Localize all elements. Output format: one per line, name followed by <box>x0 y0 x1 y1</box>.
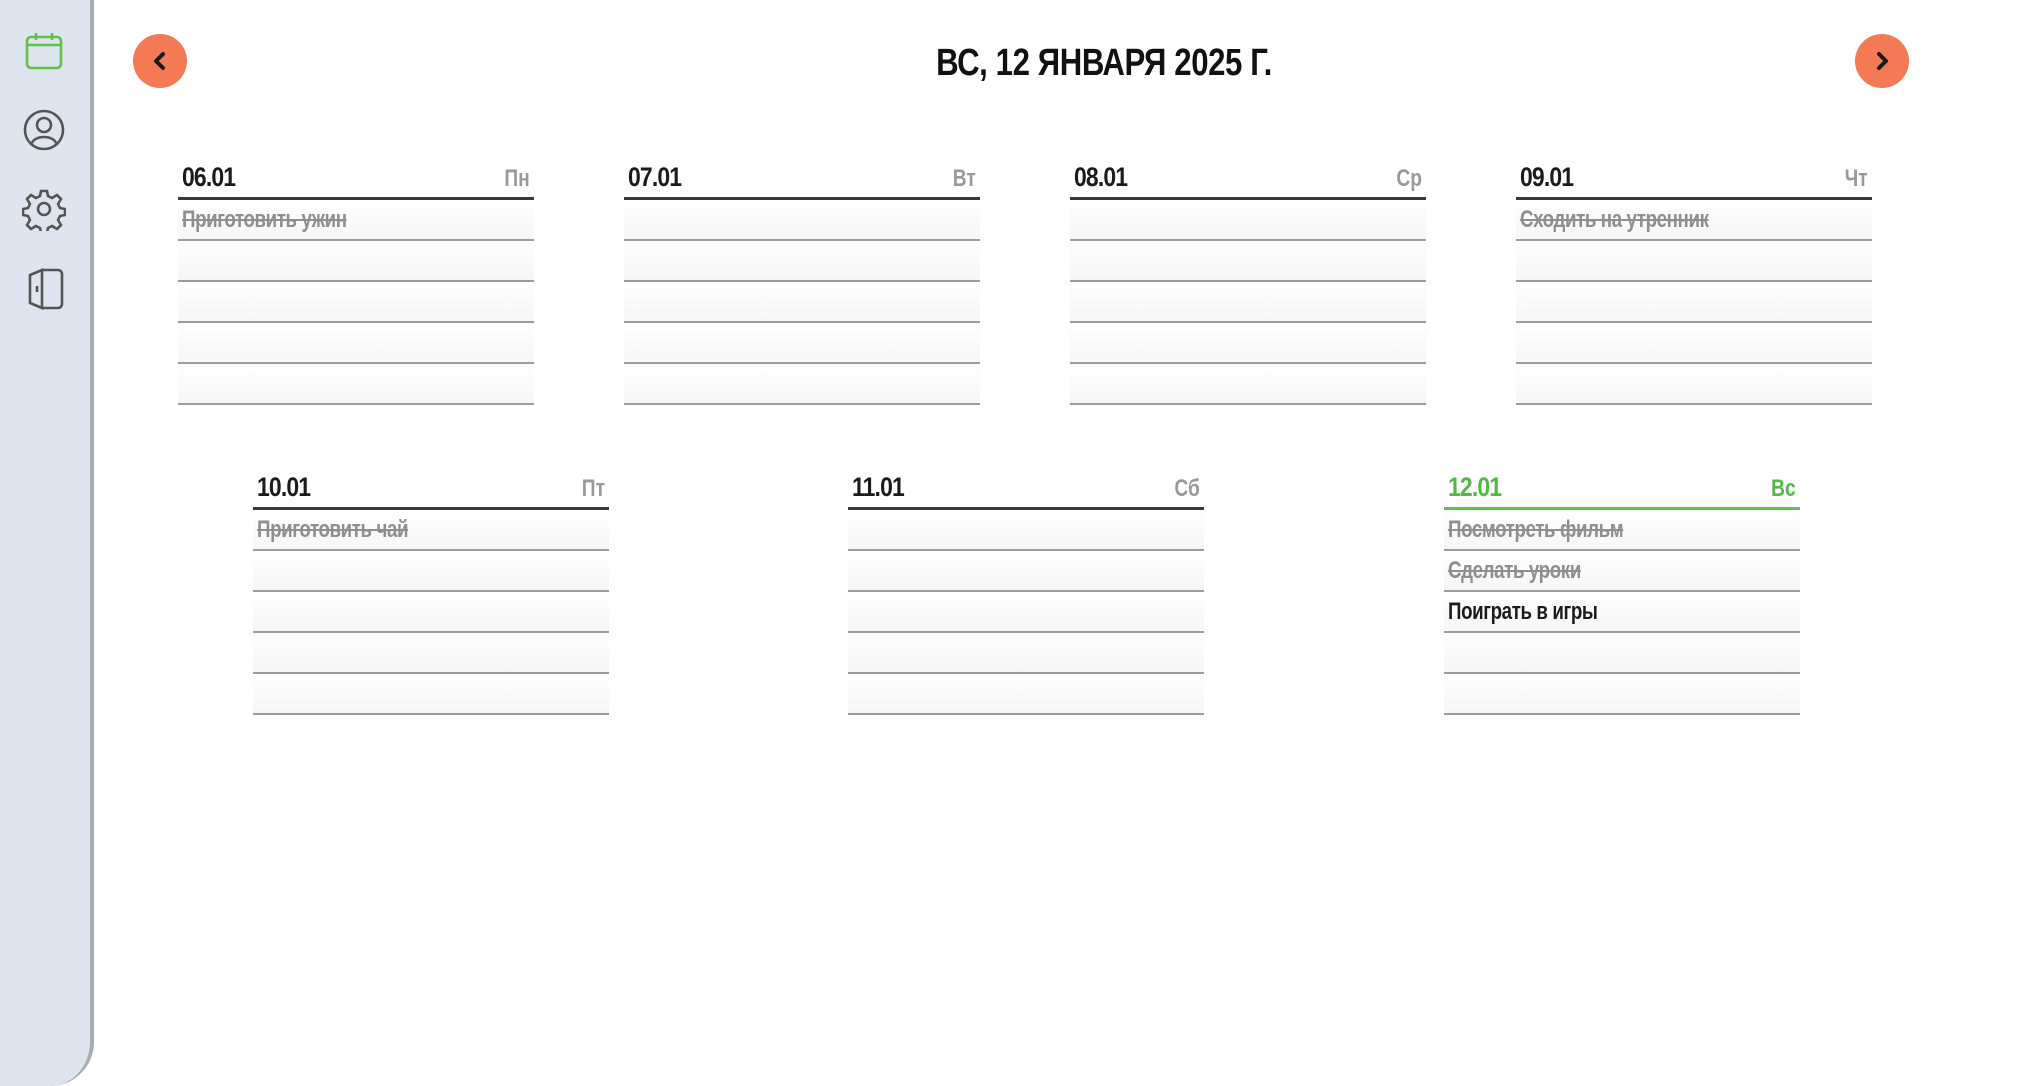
task-row[interactable] <box>848 592 1204 633</box>
chevron-left-icon <box>154 52 165 70</box>
day-weekday: Пн <box>504 165 530 192</box>
day-date: 07.01 <box>628 162 682 192</box>
task-row[interactable] <box>1516 241 1872 282</box>
day-header: 10.01 Пт <box>253 460 609 510</box>
day-date: 08.01 <box>1074 162 1128 192</box>
main-content: ВС, 12 ЯНВАРЯ 2025 Г. 06.01 Пн Приготовить… <box>94 0 2040 1086</box>
task-row[interactable] <box>624 200 980 241</box>
task-row[interactable] <box>1070 282 1426 323</box>
task-text: Посмотреть фильм <box>1448 516 1624 543</box>
day-weekday: Вс <box>1771 475 1796 502</box>
task-row[interactable] <box>848 551 1204 592</box>
day-card: 09.01 Чт Сходить на утренник <box>1516 150 1872 405</box>
day-date: 11.01 <box>852 472 905 502</box>
task-text: Сходить на утренник <box>1520 206 1709 233</box>
prev-day-button[interactable] <box>133 34 187 88</box>
task-text: Приготовить ужин <box>182 206 347 233</box>
task-row[interactable] <box>253 633 609 674</box>
task-text: Сделать уроки <box>1448 557 1581 584</box>
task-text: Поиграть в игры <box>1448 598 1598 625</box>
task-row[interactable]: Поиграть в игры <box>1444 592 1800 633</box>
next-day-button[interactable] <box>1855 34 1909 88</box>
task-row[interactable] <box>178 323 534 364</box>
logout-icon[interactable] <box>21 266 67 312</box>
task-row[interactable]: Приготовить чай <box>253 510 609 551</box>
day-card: 10.01 Пт Приготовить чай <box>253 460 609 715</box>
task-row[interactable] <box>1070 241 1426 282</box>
task-row[interactable] <box>624 241 980 282</box>
day-date: 09.01 <box>1520 162 1574 192</box>
day-card: 12.01 Вс Посмотреть фильм Сделать уроки Поиг… <box>1444 460 1800 715</box>
chevron-right-icon <box>1877 52 1888 70</box>
day-date: 10.01 <box>257 472 311 502</box>
day-date: 12.01 <box>1448 472 1502 502</box>
day-header: 06.01 Пн <box>178 150 534 200</box>
day-card: 08.01 Ср <box>1070 150 1426 405</box>
day-header: 09.01 Чт <box>1516 150 1872 200</box>
day-weekday: Пт <box>581 475 605 502</box>
task-row[interactable] <box>848 633 1204 674</box>
task-row[interactable] <box>624 323 980 364</box>
day-card: 11.01 Сб <box>848 460 1204 715</box>
task-row[interactable] <box>178 241 534 282</box>
sidebar <box>0 0 94 1086</box>
task-row[interactable]: Сделать уроки <box>1444 551 1800 592</box>
task-row[interactable] <box>848 674 1204 715</box>
day-card: 07.01 Вт <box>624 150 980 405</box>
task-text: Приготовить чай <box>257 516 409 543</box>
day-weekday: Ср <box>1396 165 1422 192</box>
task-row[interactable] <box>624 364 980 405</box>
task-row[interactable] <box>178 282 534 323</box>
day-weekday: Чт <box>1845 165 1868 192</box>
task-row[interactable] <box>848 510 1204 551</box>
task-row[interactable] <box>253 592 609 633</box>
task-row[interactable] <box>1444 633 1800 674</box>
day-header: 12.01 Вс <box>1444 460 1800 510</box>
task-row[interactable] <box>1516 323 1872 364</box>
day-weekday: Вт <box>952 165 976 192</box>
task-row[interactable]: Приготовить ужин <box>178 200 534 241</box>
profile-icon[interactable] <box>21 107 67 153</box>
calendar-icon[interactable] <box>21 28 67 74</box>
task-row[interactable] <box>178 364 534 405</box>
task-row[interactable] <box>1070 200 1426 241</box>
task-row[interactable] <box>1516 282 1872 323</box>
task-row[interactable] <box>253 674 609 715</box>
day-weekday: Сб <box>1174 475 1200 502</box>
task-row[interactable] <box>1516 364 1872 405</box>
task-row[interactable] <box>624 282 980 323</box>
task-row[interactable]: Сходить на утренник <box>1516 200 1872 241</box>
day-header: 08.01 Ср <box>1070 150 1426 200</box>
task-row[interactable] <box>1070 364 1426 405</box>
task-row[interactable] <box>1070 323 1426 364</box>
day-header: 07.01 Вт <box>624 150 980 200</box>
day-card: 06.01 Пн Приготовить ужин <box>178 150 534 405</box>
task-row[interactable]: Посмотреть фильм <box>1444 510 1800 551</box>
day-date: 06.01 <box>182 162 236 192</box>
day-header: 11.01 Сб <box>848 460 1204 510</box>
task-row[interactable] <box>253 551 609 592</box>
task-row[interactable] <box>1444 674 1800 715</box>
gear-icon[interactable] <box>21 186 67 232</box>
page-title: ВС, 12 ЯНВАРЯ 2025 Г. <box>936 42 1272 84</box>
